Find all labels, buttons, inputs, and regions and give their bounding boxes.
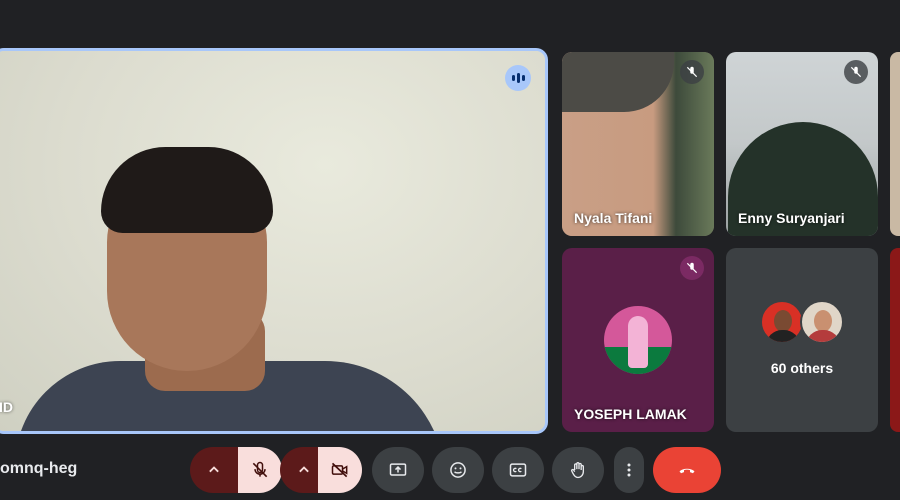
meeting-code: omnq-heg <box>0 460 78 477</box>
hand-icon <box>571 462 584 479</box>
mic-off-icon <box>252 461 268 478</box>
reactions-button[interactable] <box>432 447 484 493</box>
participant-tile[interactable]: YOSEPH LAMAK <box>562 248 714 432</box>
avatar <box>760 300 804 344</box>
present-screen-icon <box>389 463 407 476</box>
more-vert-icon <box>627 463 631 477</box>
captions-button[interactable] <box>492 447 544 493</box>
main-speaker-name: ID <box>0 399 13 415</box>
meeting-stage: ID Nyala Tifani Enny Suryanjari YOSEPH L… <box>0 0 900 440</box>
participant-tile[interactable]: Enny Suryanjari <box>726 52 878 236</box>
call-end-icon <box>679 468 695 474</box>
camera-off-icon <box>331 462 348 478</box>
participant-name: Nyala Tifani <box>574 210 653 226</box>
avatar <box>800 300 844 344</box>
mic-off-icon <box>844 60 868 84</box>
more-options-button[interactable] <box>614 447 644 493</box>
mic-off-icon <box>680 60 704 84</box>
mic-off-icon <box>680 256 704 280</box>
others-count-label: 60 others <box>770 360 834 376</box>
chevron-up-icon <box>209 466 219 473</box>
participant-tile-partial[interactable] <box>890 52 900 236</box>
participant-avatar <box>604 306 672 374</box>
speaker-hair <box>101 147 273 233</box>
leave-call-button[interactable] <box>653 447 721 493</box>
participant-tile[interactable]: Nyala Tifani <box>562 52 714 236</box>
speaking-indicator-icon <box>505 65 531 91</box>
mic-toggle-button[interactable] <box>238 447 282 493</box>
main-speaker-tile[interactable]: ID <box>0 48 548 434</box>
emoji-icon <box>450 462 466 478</box>
participant-tile-partial[interactable] <box>890 248 900 432</box>
mic-options-button[interactable] <box>190 447 238 493</box>
others-avatar-stack <box>760 300 850 346</box>
captions-icon <box>509 463 527 477</box>
present-screen-button[interactable] <box>372 447 424 493</box>
raise-hand-button[interactable] <box>552 447 604 493</box>
camera-toggle-button[interactable] <box>318 447 362 493</box>
chevron-up-icon <box>299 466 309 473</box>
participant-name: YOSEPH LAMAK <box>574 406 687 422</box>
others-tile[interactable]: 60 others <box>726 248 878 432</box>
participant-name: Enny Suryanjari <box>738 210 845 226</box>
